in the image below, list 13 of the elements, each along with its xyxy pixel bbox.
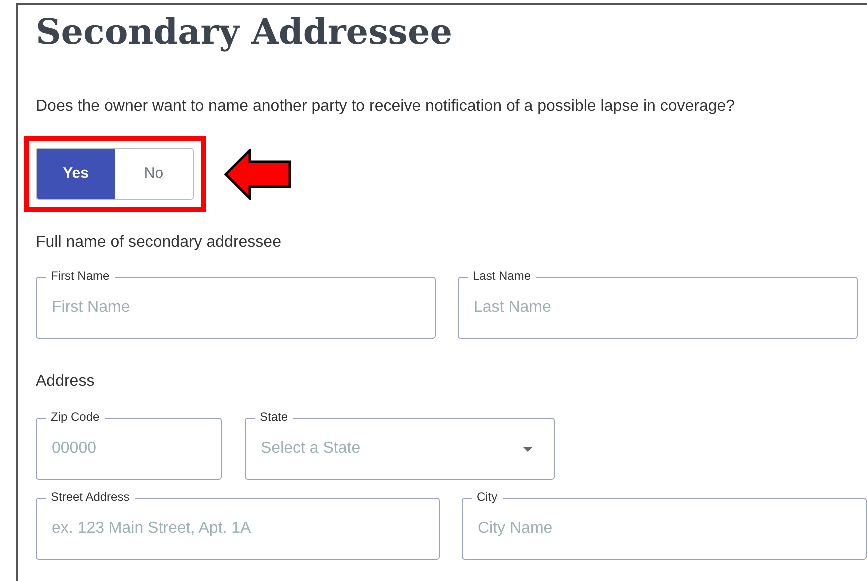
- field-label: State: [255, 410, 294, 424]
- caret-icon: [523, 446, 533, 452]
- field-label: Zip Code: [46, 410, 105, 424]
- arrow-icon: [224, 148, 292, 200]
- section-heading: Full name of secondary addressee: [36, 233, 282, 253]
- field-label: City: [472, 490, 503, 504]
- field-label: First Name: [46, 269, 115, 283]
- question-text: Does the owner want to name another party to receive notification of a possible lapse in coverage?: [36, 97, 736, 117]
- toggle-option[interactable]: Yes: [37, 149, 115, 199]
- field-label: Street Address: [46, 490, 135, 504]
- field-label: Last Name: [468, 269, 536, 283]
- section-heading: Address: [36, 372, 96, 392]
- page-title: Secondary Addressee: [36, 11, 454, 55]
